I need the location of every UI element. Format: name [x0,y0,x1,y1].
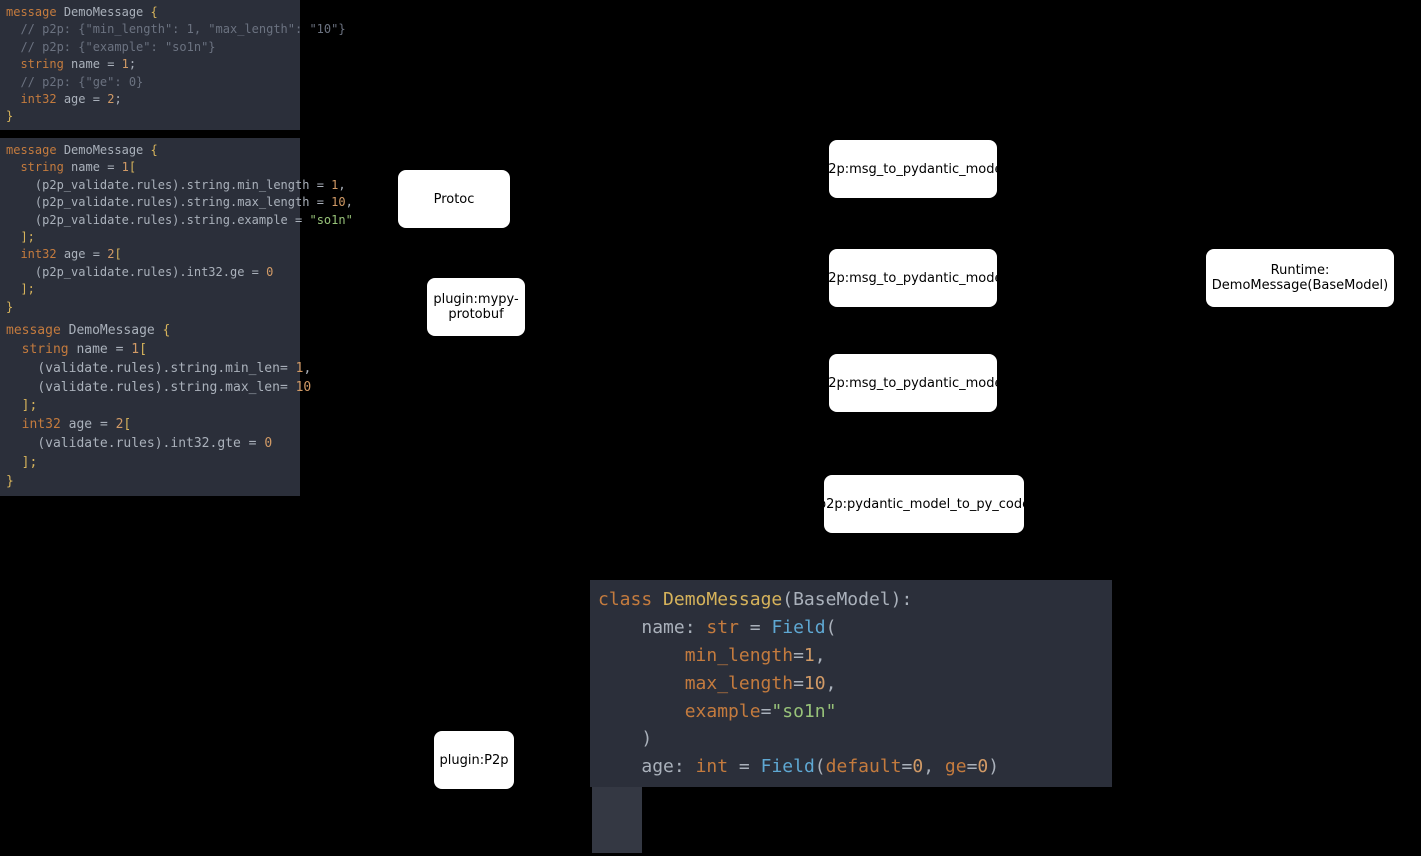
runtime-node: Runtime: DemoMessage(BaseModel) [1206,249,1394,307]
p2p-msg-node-1: p2p:msg_to_pydantic_model [829,140,997,198]
p2p-code-node: p2p:pydantic_model_to_py_code [824,475,1024,533]
python-code-block: class DemoMessage(BaseModel): name: str … [590,580,1112,787]
p2p-msg-node-2: p2p:msg_to_pydantic_model [829,249,997,307]
protoc-node: Protoc [398,170,510,228]
plugin-mypy-node: plugin:mypy-protobuf [427,278,525,336]
plugin-p2p-node: plugin:P2p [434,731,514,789]
proto-code-block-validate: message DemoMessage { string name = 1[ (… [0,318,300,496]
proto-code-block-comments: message DemoMessage { // p2p: {"min_leng… [0,0,300,130]
proto-code-block-p2p-validate: message DemoMessage { string name = 1[ (… [0,138,300,320]
p2p-msg-node-3: p2p:msg_to_pydantic_model [829,354,997,412]
